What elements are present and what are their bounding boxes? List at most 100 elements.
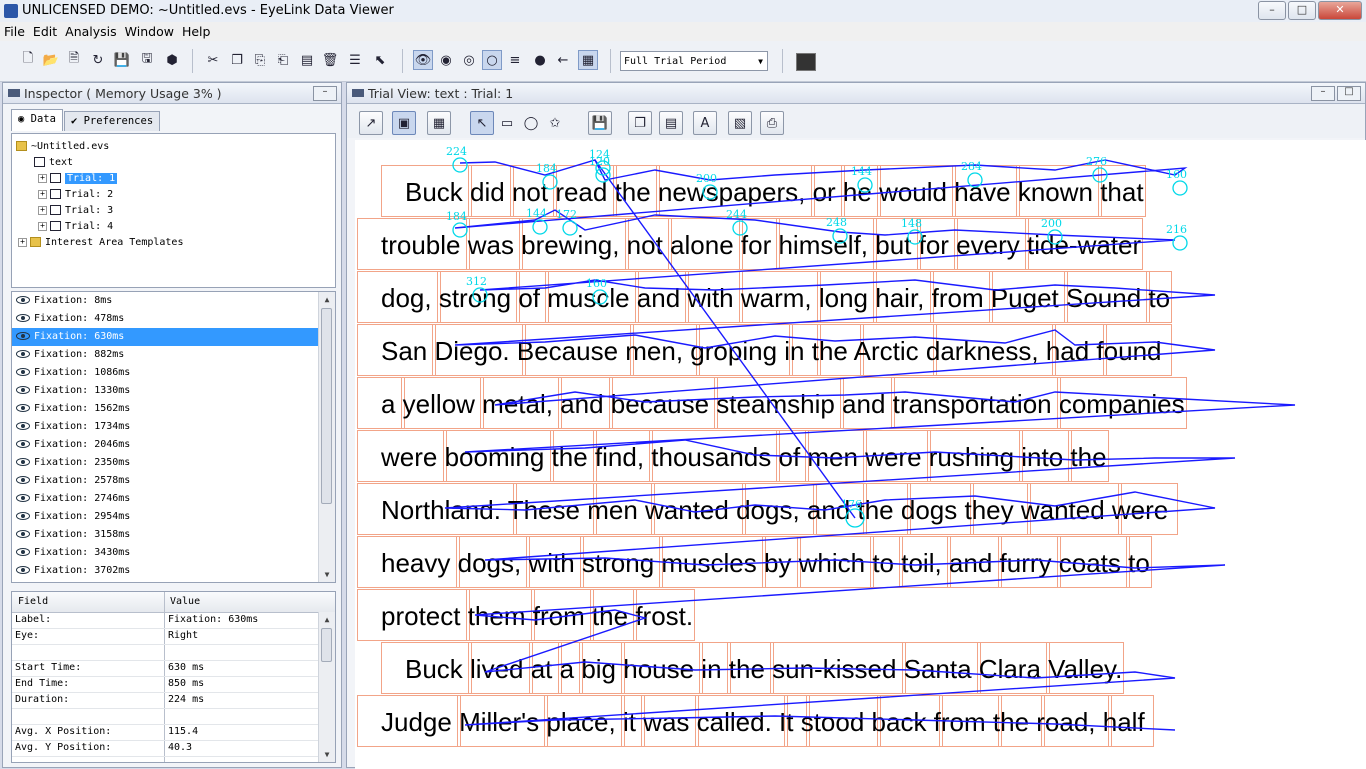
print-icon[interactable]: ⎙ [760,111,784,135]
copy-icon[interactable]: ❐ [227,50,247,70]
paste-icon[interactable]: ⎘ [250,50,270,70]
clipboard-icon[interactable]: ▤ [297,50,317,70]
show-saccades-icon[interactable]: ◉ [436,50,456,70]
fixation-marker[interactable] [562,220,578,236]
open-recent-icon[interactable]: 🗎 [64,50,84,70]
temporal-graph-icon[interactable]: ↗ [359,111,383,135]
menu-file[interactable]: File [0,22,29,41]
expand-icon[interactable]: + [38,173,47,183]
fixation-marker[interactable] [1047,229,1063,245]
fixation-marker[interactable] [832,228,848,244]
fixation-list-item[interactable]: Fixation: 8ms [12,292,335,310]
fixation-marker[interactable] [857,177,873,193]
scroll-thumb[interactable] [321,308,332,504]
expand-icon[interactable]: + [38,221,47,231]
maximize-button[interactable]: □ [1288,1,1316,20]
load-image-icon[interactable]: ❐ [628,111,652,135]
show-samples-icon[interactable]: ○ [482,50,502,70]
scroll-up-icon[interactable]: ▲ [319,292,335,307]
fixation-marker[interactable] [1172,180,1188,196]
package-icon[interactable]: ⬢ [162,50,182,70]
trial-period-select[interactable]: Full Trial Period ▼ [620,51,768,71]
fixation-marker[interactable] [1172,235,1188,251]
fixation-marker[interactable] [907,229,923,245]
trial-canvas[interactable]: Buck did not read the newspapers, or he … [355,140,1366,769]
menu-edit[interactable]: Edit [29,22,61,41]
show-fixations-icon[interactable]: 👁 [413,50,433,70]
save-all-icon[interactable]: 🖫 [137,50,157,70]
fixation-marker[interactable] [702,184,718,200]
fixation-list-item[interactable]: Fixation: 3430ms [12,544,335,562]
expand-icon[interactable]: + [38,189,47,199]
new-file-icon[interactable]: 🗋 [18,50,38,70]
select-all-icon[interactable]: ☰ [345,50,365,70]
menu-analysis[interactable]: Analysis [61,22,121,41]
property-table-scrollbar[interactable]: ▲ ▼ [318,612,335,762]
tree-trial-3[interactable]: + Trial: 3 [38,203,113,219]
fixation-list-item[interactable]: Fixation: 630ms [12,328,319,346]
rectangle-tool-icon[interactable]: ▭ [495,111,519,135]
fixation-list-item[interactable]: Fixation: 2046ms [12,436,335,454]
trial-view-minimize-button[interactable]: – [1311,86,1335,101]
cut-icon[interactable]: ✂ [203,50,223,70]
expand-icon[interactable]: + [18,237,27,247]
show-blinks-icon[interactable]: ◎ [459,50,479,70]
freehand-tool-icon[interactable]: ✩ [543,111,567,135]
fixation-list-scrollbar[interactable]: ▲ ▼ [318,292,335,582]
fixation-marker[interactable] [532,219,548,235]
scroll-down-icon[interactable]: ▼ [319,747,335,762]
save-icon[interactable]: 💾 [112,50,132,70]
scroll-up-icon[interactable]: ▲ [319,612,335,627]
delete-icon[interactable]: 🗑 [320,50,340,70]
overlay-image-icon[interactable]: ▦ [578,50,598,70]
select-tool-icon[interactable]: ↖ [470,111,494,135]
fixation-list-item[interactable]: Fixation: 2578ms [12,472,335,490]
fixation-marker[interactable] [592,289,608,305]
scroll-down-icon[interactable]: ▼ [319,567,335,582]
fixation-marker[interactable] [542,174,558,190]
inspector-minimize-button[interactable]: – [313,86,337,101]
tab-data[interactable]: ◉ Data [11,109,63,131]
tree-trial-1[interactable]: + Trial: 1 [38,171,118,187]
export-image-icon[interactable]: ▧ [728,111,752,135]
fixation-list-item[interactable]: Fixation: 2350ms [12,454,335,472]
save-image-icon[interactable]: ▤ [659,111,683,135]
fixation-marker[interactable] [452,157,468,173]
scroll-thumb[interactable] [321,628,332,662]
fixation-list-item[interactable]: Fixation: 882ms [12,346,335,364]
fixation-list-item[interactable]: Fixation: 1562ms [12,400,335,418]
menu-help[interactable]: Help [178,22,215,41]
ellipse-tool-icon[interactable]: ◯ [519,111,543,135]
fixation-list-item[interactable]: Fixation: 2746ms [12,490,335,508]
tree-trial-2[interactable]: + Trial: 2 [38,187,113,203]
fixation-list-item[interactable]: Fixation: 478ms [12,310,335,328]
text-ia-icon[interactable]: A [693,111,717,135]
input-events-icon[interactable]: ← [553,50,573,70]
palette-icon[interactable] [796,53,816,71]
fixation-list-item[interactable]: Fixation: 2954ms [12,508,335,526]
close-button[interactable]: ✕ [1318,1,1362,20]
tree-interest-area-templates[interactable]: + Interest Area Templates [18,235,183,251]
paste-special-icon[interactable]: ⎗ [273,50,293,70]
fixation-list-item[interactable]: Fixation: 3702ms [12,562,335,580]
fixation-list-item[interactable]: Fixation: 3158ms [12,526,335,544]
animation-view-icon[interactable]: ▦ [427,111,451,135]
tree-dataset[interactable]: text [34,155,73,171]
fixation-list-item[interactable]: Fixation: 1734ms [12,418,335,436]
expand-icon[interactable]: + [38,205,47,215]
show-messages-icon[interactable]: ≡ [505,50,525,70]
tab-preferences[interactable]: ✔ Preferences [63,111,161,131]
import-icon[interactable]: ↻ [88,50,108,70]
trial-view-maximize-button[interactable]: □ [1337,86,1361,101]
spatial-overlay-icon[interactable]: ▣ [392,111,416,135]
fixation-list-item[interactable]: Fixation: 1330ms [12,382,335,400]
menu-window[interactable]: Window [121,22,178,41]
minimize-button[interactable]: – [1258,1,1286,20]
fixation-marker[interactable] [452,222,468,238]
fixation-marker[interactable] [732,220,748,236]
select-cursor-icon[interactable]: ⬉ [370,50,390,70]
open-folder-icon[interactable]: 📂 [41,50,61,70]
tree-trial-4[interactable]: + Trial: 4 [38,219,113,235]
show-interest-areas-icon[interactable]: ● [530,50,550,70]
fixation-list-item[interactable]: Fixation: 1086ms [12,364,335,382]
